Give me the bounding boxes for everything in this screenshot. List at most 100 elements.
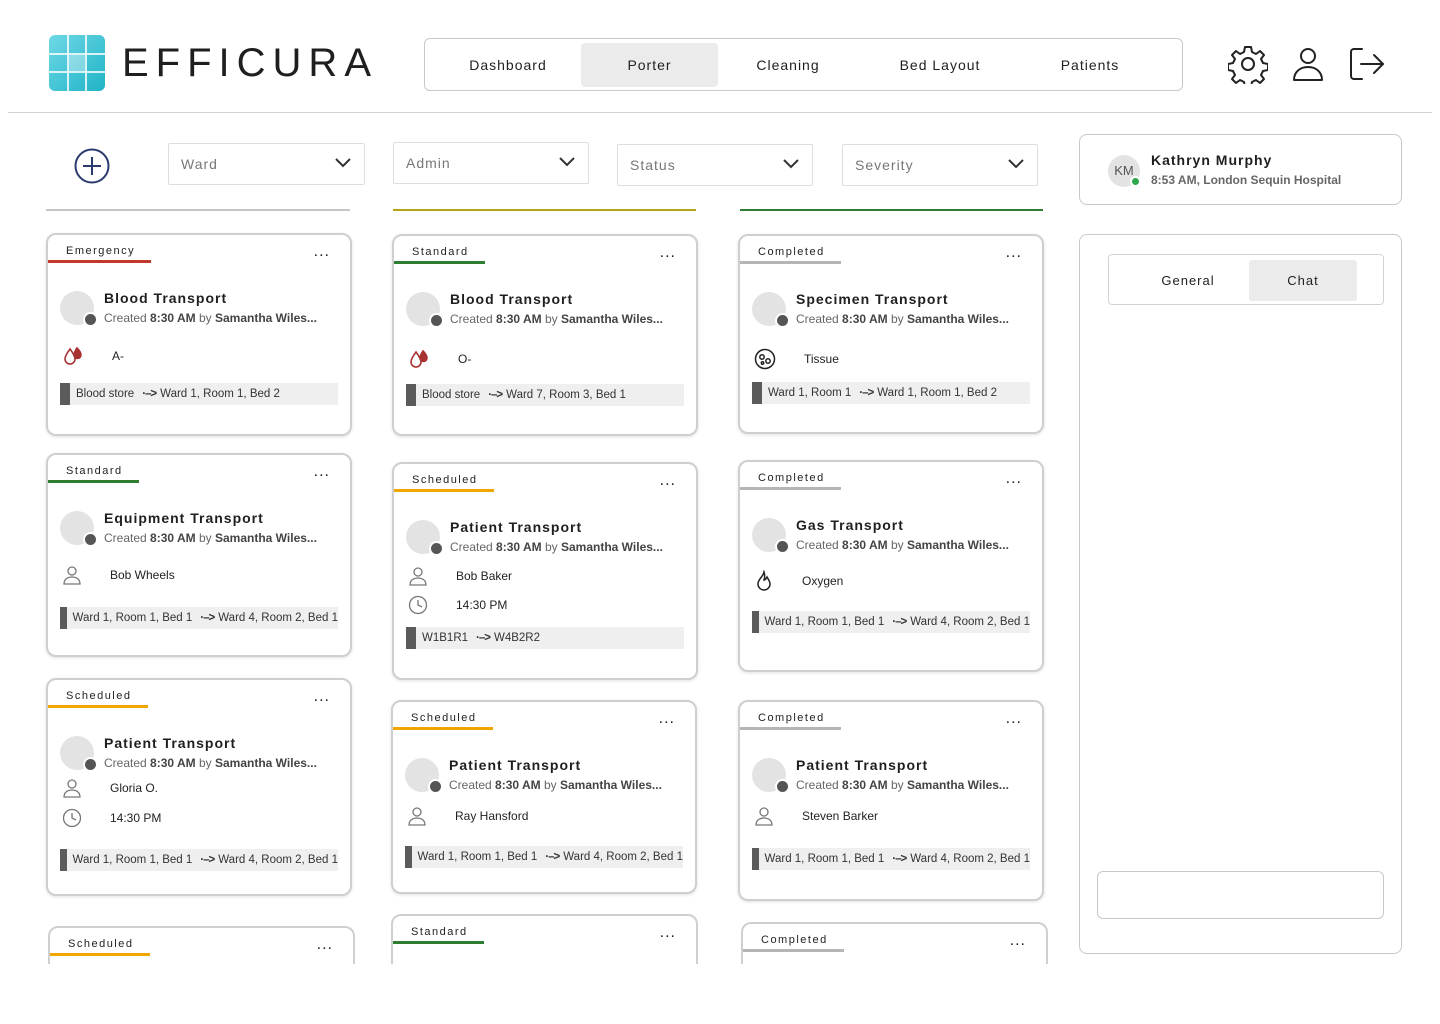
route-arrow-icon: ·–> xyxy=(476,632,491,644)
tab-patients[interactable]: Patients xyxy=(1023,43,1157,87)
created-label: Created xyxy=(450,312,493,326)
logo-mark-icon xyxy=(48,34,106,92)
created-time: 8:30 AM xyxy=(842,538,888,552)
more-options-icon[interactable]: ... xyxy=(1006,710,1022,728)
route-to: Ward 1, Room 1, Bed 2 xyxy=(160,388,280,400)
route-marker xyxy=(405,846,412,868)
task-created: Created 8:30 AM by Samantha Wiles... xyxy=(104,756,334,770)
board-fade xyxy=(0,964,1070,1024)
task-title: Patient Transport xyxy=(796,757,929,773)
task-created: Created 8:30 AM by Samantha Wiles... xyxy=(450,312,680,326)
ward-filter[interactable]: Ward xyxy=(168,143,365,185)
clock-icon xyxy=(408,595,442,615)
detail-text: Tissue xyxy=(804,352,839,366)
task-card[interactable]: Scheduled... Patient Transport Created 8:3… xyxy=(392,462,698,680)
chat-input[interactable] xyxy=(1097,871,1384,919)
more-options-icon[interactable]: ... xyxy=(660,924,676,942)
status-badge: Scheduled xyxy=(394,474,494,492)
avatar xyxy=(406,292,444,328)
user-icon[interactable] xyxy=(1288,44,1328,84)
route-to: Ward 7, Room 3, Bed 1 xyxy=(506,389,626,401)
more-options-icon[interactable]: ... xyxy=(317,936,333,954)
task-title: Blood Transport xyxy=(450,291,574,307)
created-by: by xyxy=(544,540,558,554)
task-card[interactable]: Standard... Equipment Transport Created 8:… xyxy=(46,453,352,657)
more-options-icon[interactable]: ... xyxy=(660,472,676,490)
route-to: Ward 4, Room 2, Bed 1 xyxy=(563,851,683,863)
main-nav: Dashboard Porter Cleaning Bed Layout Pat… xyxy=(424,38,1183,91)
chevron-down-icon xyxy=(783,159,799,169)
created-author: Samantha Wiles... xyxy=(561,312,663,326)
created-label: Created xyxy=(104,756,147,770)
detail-text: Gloria O. xyxy=(110,781,159,795)
route-from: Ward 1, Room 1, Bed 1 xyxy=(417,851,538,863)
created-author: Samantha Wiles... xyxy=(561,540,663,554)
more-options-icon[interactable]: ... xyxy=(314,688,330,706)
task-card[interactable]: Standard... xyxy=(391,914,698,966)
online-status-dot xyxy=(1130,176,1141,187)
task-card[interactable]: Completed... Patient Transport Created 8:3… xyxy=(738,700,1044,901)
more-options-icon[interactable]: ... xyxy=(314,463,330,481)
status-filter-label: Status xyxy=(630,157,676,173)
created-label: Created xyxy=(104,311,147,325)
tab-bed-layout[interactable]: Bed Layout xyxy=(872,43,1008,87)
gear-icon[interactable] xyxy=(1227,44,1269,88)
avatar xyxy=(752,292,790,328)
route-arrow-icon: ·–> xyxy=(488,389,503,401)
severity-filter[interactable]: Severity xyxy=(842,144,1038,186)
more-options-icon[interactable]: ... xyxy=(1010,932,1026,950)
avatar xyxy=(406,520,444,556)
task-created: Created 8:30 AM by Samantha Wiles... xyxy=(104,531,334,545)
task-card[interactable]: Completed... Gas Transport Created 8:30 AM… xyxy=(738,460,1044,672)
task-detail: Bob Wheels xyxy=(62,565,175,585)
route-from: Ward 1, Room 1, Bed 1 xyxy=(72,854,193,866)
admin-filter[interactable]: Admin xyxy=(393,142,589,184)
more-options-icon[interactable]: ... xyxy=(1006,244,1022,262)
created-by: by xyxy=(890,538,904,552)
logout-icon[interactable] xyxy=(1346,44,1386,84)
route-marker xyxy=(752,382,762,404)
task-card[interactable]: Emergency... Blood Transport Created 8:30 … xyxy=(46,233,352,436)
task-card[interactable]: Scheduled... Patient Transport Created 8:3… xyxy=(46,678,352,896)
column-line-2 xyxy=(393,209,696,211)
task-detail: Bob Baker xyxy=(408,566,512,586)
tab-cleaning[interactable]: Cleaning xyxy=(721,43,855,87)
more-options-icon[interactable]: ... xyxy=(1006,470,1022,488)
route-from: W1B1R1 xyxy=(422,632,469,644)
task-created: Created 8:30 AM by Samantha Wiles... xyxy=(796,778,1026,792)
user-info-card[interactable]: KM Kathryn Murphy 8:53 AM, London Sequin… xyxy=(1079,134,1402,205)
detail-text: Oxygen xyxy=(802,574,844,588)
column-line-3 xyxy=(740,209,1043,211)
task-card[interactable]: Completed... Specimen Transport Created 8:… xyxy=(738,234,1044,434)
more-options-icon[interactable]: ... xyxy=(314,243,330,261)
created-author: Samantha Wiles... xyxy=(907,778,1009,792)
avatar xyxy=(405,758,443,794)
severity-filter-label: Severity xyxy=(855,157,914,173)
created-label: Created xyxy=(796,538,839,552)
route-bar: Ward 1, Room 1, Bed 1 ·–> Ward 4, Room 2, … xyxy=(405,846,683,868)
task-title: Blood Transport xyxy=(104,290,228,306)
status-badge: Standard xyxy=(394,246,485,264)
route-from: Ward 1, Room 1, Bed 1 xyxy=(764,853,885,865)
route-marker xyxy=(60,607,67,629)
plus-circle-icon[interactable] xyxy=(74,148,110,184)
more-options-icon[interactable]: ... xyxy=(659,710,675,728)
tab-general[interactable]: General xyxy=(1134,260,1242,301)
blood-drop-icon xyxy=(408,348,444,370)
tab-porter[interactable]: Porter xyxy=(581,43,718,87)
status-filter[interactable]: Status xyxy=(617,144,813,186)
tab-chat[interactable]: Chat xyxy=(1249,260,1357,301)
created-time: 8:30 AM xyxy=(495,778,541,792)
tab-dashboard[interactable]: Dashboard xyxy=(441,43,575,87)
detail-text: O- xyxy=(458,352,472,366)
task-created: Created 8:30 AM by Samantha Wiles... xyxy=(796,538,1026,552)
created-time: 8:30 AM xyxy=(496,540,542,554)
task-card[interactable]: Standard... Blood Transport Created 8:30 A… xyxy=(392,234,698,436)
more-options-icon[interactable]: ... xyxy=(660,244,676,262)
status-badge: Completed xyxy=(743,934,844,952)
detail-text: Bob Baker xyxy=(456,569,513,583)
user-name: Kathryn Murphy xyxy=(1151,152,1273,168)
created-author: Samantha Wiles... xyxy=(907,312,1009,326)
created-by: by xyxy=(890,312,904,326)
task-card[interactable]: Scheduled... Patient Transport Created 8:3… xyxy=(391,700,697,894)
